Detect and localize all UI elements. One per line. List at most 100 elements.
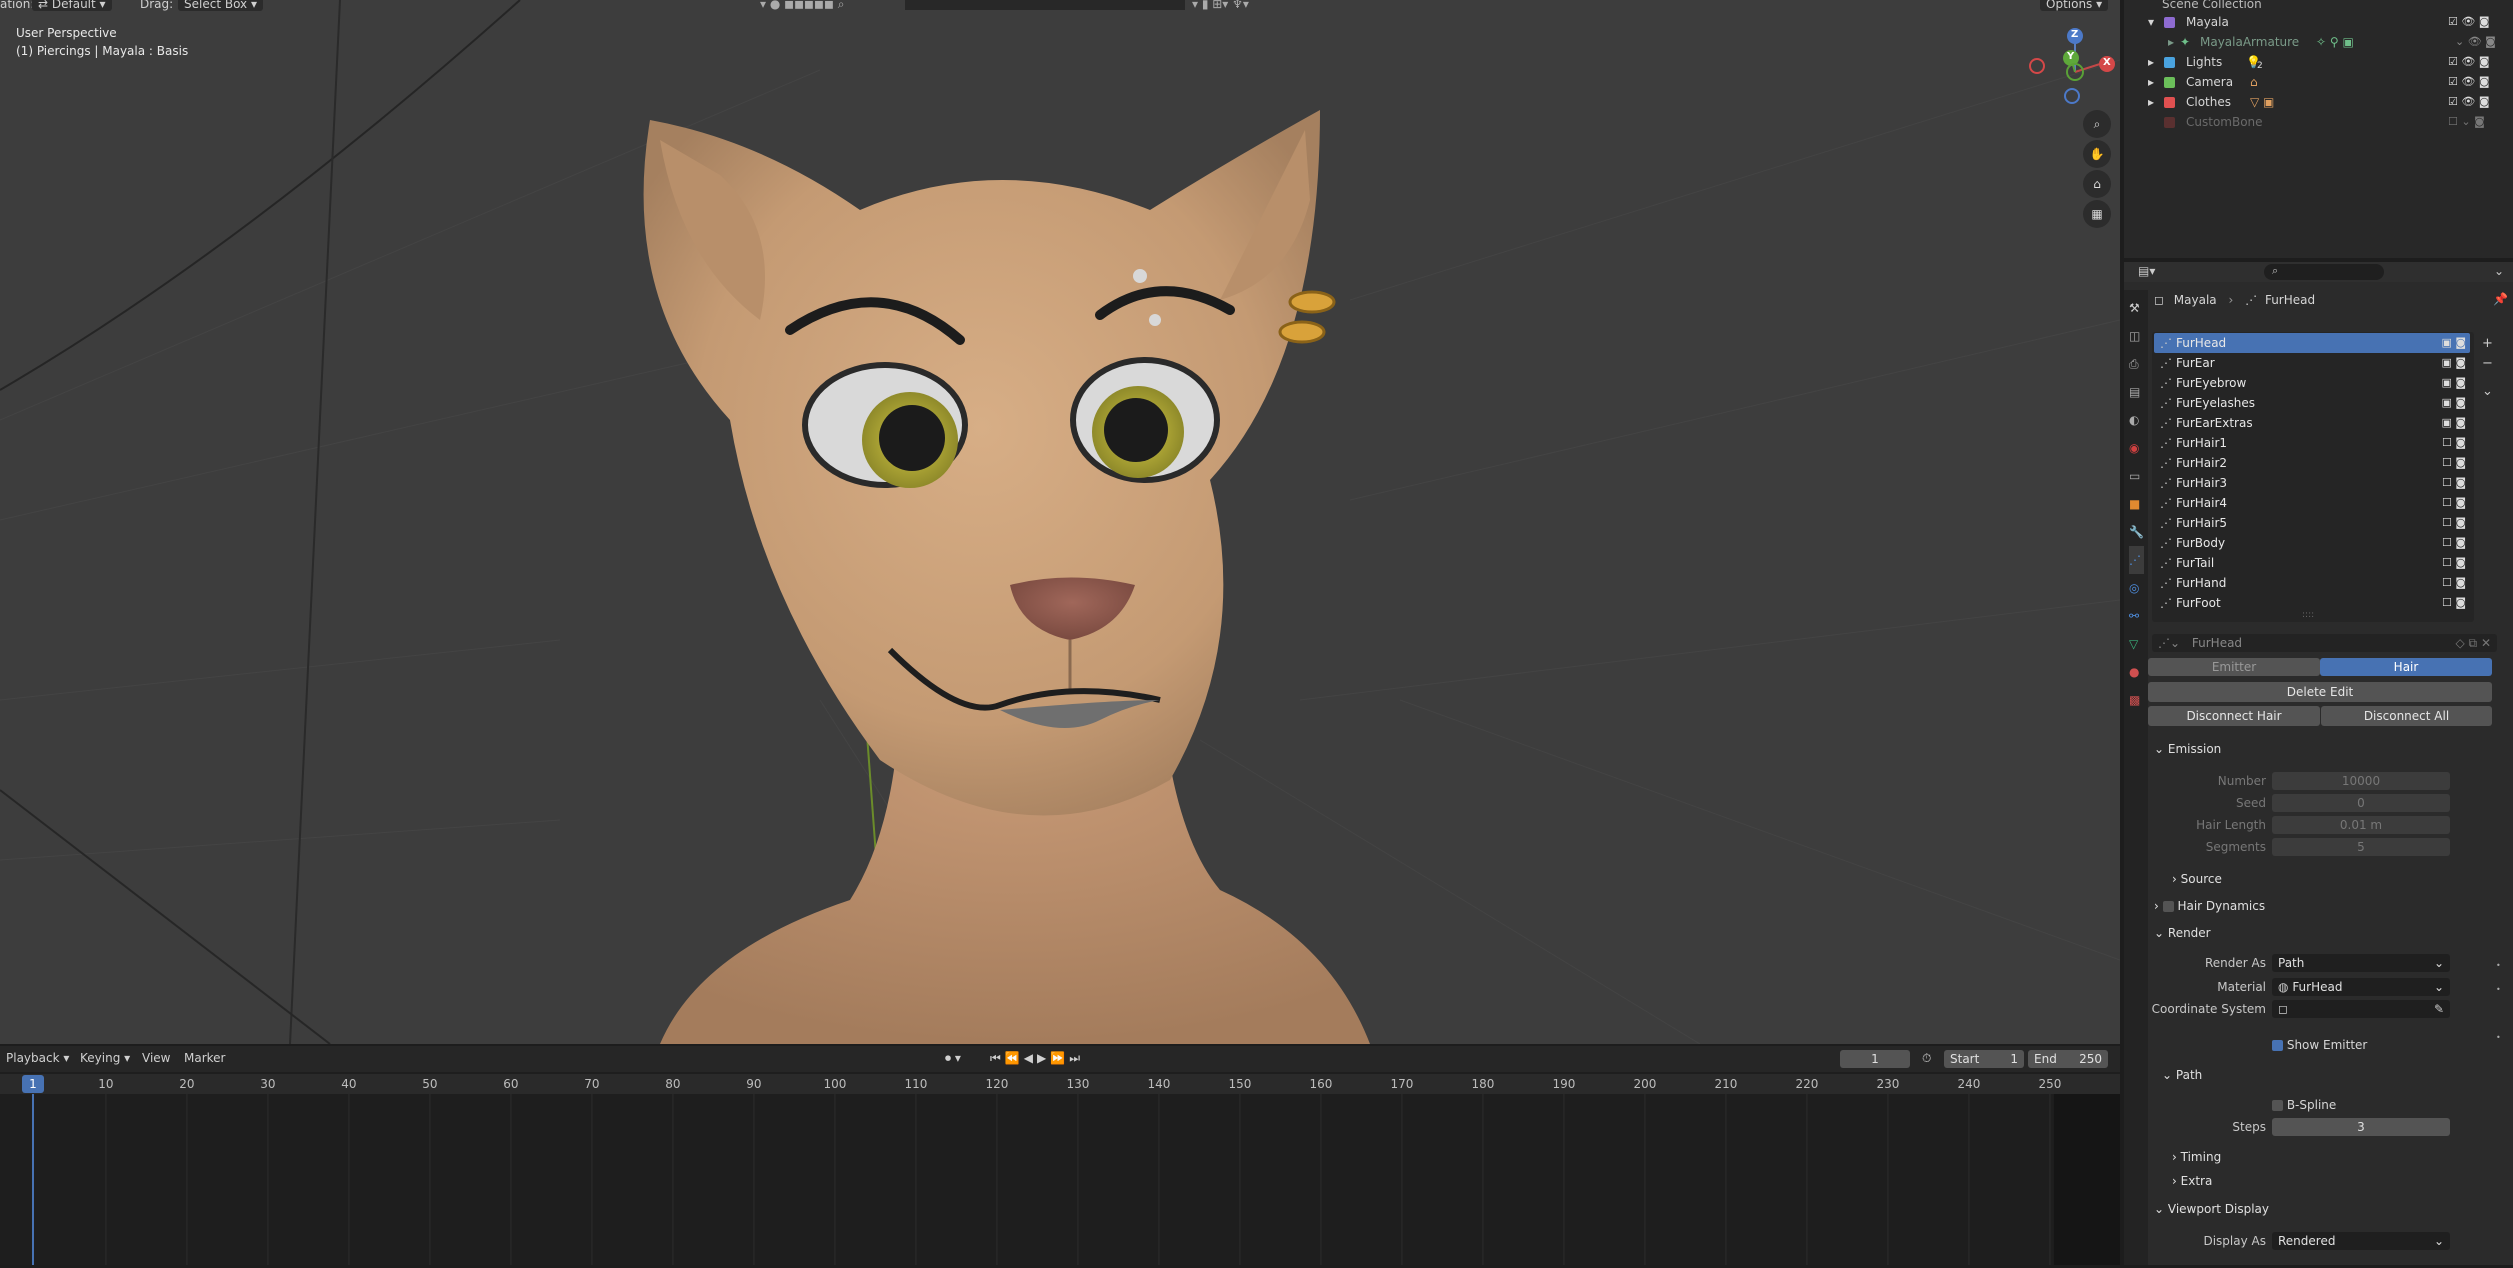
particle-system-item[interactable]: ⋰ FurEyebrow ▣ ◙ <box>2154 373 2470 393</box>
jump-start-icon[interactable]: ⏮ <box>990 1051 1005 1065</box>
auto-key-record-icon[interactable]: ⏺ ▾ <box>945 1051 961 1066</box>
constraints-tab-icon[interactable]: ⚯ <box>2129 602 2144 630</box>
jump-end-icon[interactable]: ⏭ <box>1069 1051 1084 1065</box>
hair-length-field[interactable]: 0.01 m <box>2272 816 2450 834</box>
perspective-grid-icon[interactable]: ▦ <box>2083 200 2111 228</box>
particle-system-item[interactable]: ⋰ FurHair3 ☐ ◙ <box>2154 473 2470 493</box>
disconnect-all-button[interactable]: Disconnect All <box>2321 706 2492 726</box>
path-subpanel-header[interactable]: ⌄ Path <box>2162 1068 2202 1082</box>
keying-menu[interactable]: Keying ▾ <box>80 1051 130 1065</box>
expand-icon[interactable]: ▸ <box>2168 32 2174 52</box>
marker-menu[interactable]: Marker <box>184 1051 225 1065</box>
timing-subpanel-header[interactable]: › Timing <box>2172 1150 2221 1164</box>
render-toggle-icons[interactable]: ☐ ◙ <box>2442 493 2466 513</box>
segments-field[interactable]: 5 <box>2272 838 2450 856</box>
render-toggle-icons[interactable]: ▣ ◙ <box>2441 413 2466 433</box>
render-toggle-icons[interactable]: ☐ ◙ <box>2442 433 2466 453</box>
particle-system-item[interactable]: ⋰ FurHair1 ☐ ◙ <box>2154 433 2470 453</box>
playback-menu[interactable]: Playback ▾ <box>6 1051 69 1065</box>
material-select[interactable]: ◍ FurHead ⌄ <box>2272 978 2450 996</box>
specials-chevron-icon[interactable]: ⌄ <box>2482 382 2493 402</box>
particle-system-item[interactable]: ⋰ FurHair2 ☐ ◙ <box>2154 453 2470 473</box>
pan-hand-icon[interactable]: ✋ <box>2083 140 2111 168</box>
particle-system-item[interactable]: ⋰ FurHair4 ☐ ◙ <box>2154 493 2470 513</box>
modifier-tab-icon[interactable]: 🔧 <box>2129 518 2144 546</box>
render-toggle-icons[interactable]: ▣ ◙ <box>2441 373 2466 393</box>
disconnect-hair-button[interactable]: Disconnect Hair <box>2148 706 2320 726</box>
eyedropper-icon[interactable]: ✎ <box>2434 1000 2444 1018</box>
settings-datablock[interactable]: ⋰⌄ FurHead ◇ ⧉ ✕ <box>2152 634 2497 652</box>
keyframe-decorators[interactable]: • • • <box>2496 954 2501 1050</box>
render-toggle-icons[interactable]: ☐ ◙ <box>2442 573 2466 593</box>
view-toggle-icons[interactable]: ▾ ● ◼◼◼◼◼ ⌕ <box>760 0 844 12</box>
tab-emitter[interactable]: Emitter <box>2148 658 2320 676</box>
particle-system-list[interactable]: ⋰ FurHead ▣ ◙ ⋰ FurEar ▣ ◙ ⋰ FurEyebrow ▣ ◙ ⋰ FurE… <box>2152 332 2474 622</box>
timeline-keyframe-area[interactable] <box>0 1094 2120 1265</box>
material-tab-icon[interactable]: ● <box>2129 658 2144 686</box>
add-system-button[interactable]: + <box>2482 334 2493 354</box>
number-field[interactable]: 10000 <box>2272 772 2450 790</box>
expand-icon[interactable]: ▾ <box>2148 12 2154 32</box>
fake-user-icons[interactable]: ◇ ⧉ ✕ <box>2456 634 2491 652</box>
outliner-panel[interactable]: Scene Collection ▾ Mayala ▸ ✦ MayalaArma… <box>2124 0 2513 258</box>
render-as-select[interactable]: Path ⌄ <box>2272 954 2450 972</box>
remove-system-button[interactable]: − <box>2482 354 2493 374</box>
list-resize-handle[interactable]: :::: <box>2302 610 2314 620</box>
display-as-select[interactable]: Rendered ⌄ <box>2272 1232 2450 1250</box>
orientation-dropdown[interactable]: ⇄ Default ▾ <box>32 0 112 11</box>
drag-dropdown[interactable]: Select Box ▾ <box>178 0 263 11</box>
object-tab-icon[interactable]: ■ <box>2129 490 2144 518</box>
frame-ruler[interactable]: 10 20 30 40 50 60 70 80 90 100 110 120 130 140 150 160 1… <box>0 1074 2120 1094</box>
viewport-search-field[interactable] <box>905 0 1185 10</box>
particle-system-item[interactable]: ⋰ FurHand ☐ ◙ <box>2154 573 2470 593</box>
next-key-icon[interactable]: ⏩ <box>1050 1051 1069 1065</box>
bspline-checkbox[interactable] <box>2272 1100 2283 1111</box>
particle-system-item[interactable]: ⋰ FurEyelashes ▣ ◙ <box>2154 393 2470 413</box>
tool-tab-icon[interactable]: ⚒ <box>2129 294 2144 322</box>
viewport-display-panel-header[interactable]: ⌄ Viewport Display <box>2154 1202 2269 1216</box>
options-dropdown[interactable]: Options ▾ <box>2040 0 2109 11</box>
render-toggle-icons[interactable]: ☐ ◙ <box>2442 553 2466 573</box>
camera-view-icon[interactable]: ⌂ <box>2083 170 2111 198</box>
end-frame-field[interactable]: End 250 <box>2028 1050 2108 1068</box>
render-toggle-icons[interactable]: ☐ ◙ <box>2442 533 2466 553</box>
tab-hair[interactable]: Hair <box>2320 658 2492 676</box>
pin-icon[interactable]: 📌 <box>2493 292 2508 306</box>
physics-tab-icon[interactable]: ◎ <box>2129 574 2144 602</box>
particle-system-item[interactable]: ⋰ FurBody ☐ ◙ <box>2154 533 2470 553</box>
playback-controls[interactable]: ⏮⏪◀▶⏩⏭ <box>990 1051 1084 1066</box>
delete-edit-button[interactable]: Delete Edit <box>2148 682 2492 702</box>
render-toggle-icons[interactable]: ▣ ◙ <box>2441 333 2466 353</box>
overlay-toggle-icons[interactable]: ▾ ▮ ⊞▾ ♆▾ <box>1192 0 1249 11</box>
hair-dynamics-panel-header[interactable]: › Hair Dynamics <box>2154 899 2265 913</box>
zoom-icon[interactable]: ⌕ <box>2083 110 2111 138</box>
expand-icon[interactable]: ▸ <box>2148 52 2154 72</box>
texture-tab-icon[interactable]: ▩ <box>2129 686 2144 714</box>
bspline-row[interactable]: B-Spline <box>2272 1098 2336 1112</box>
particle-system-item[interactable]: ⋰ FurHead ▣ ◙ <box>2154 333 2470 353</box>
current-frame-field[interactable]: 1 <box>1840 1050 1910 1068</box>
emission-panel-header[interactable]: ⌄ Emission <box>2154 742 2221 756</box>
3d-viewport[interactable]: ation: ⇄ Default ▾ Drag: Select Box ▾ ▾ … <box>0 0 2120 1044</box>
particle-system-item[interactable]: ⋰ FurEar ▣ ◙ <box>2154 353 2470 373</box>
render-toggle-icons[interactable]: ☐ ◙ <box>2442 593 2466 613</box>
particles-tab-icon[interactable]: ⋰ <box>2129 546 2144 574</box>
particle-system-item[interactable]: ⋰ FurTail ☐ ◙ <box>2154 553 2470 573</box>
scene-tab-icon[interactable]: ◐ <box>2129 406 2144 434</box>
particle-system-item[interactable]: ⋰ FurHair5 ☐ ◙ <box>2154 513 2470 533</box>
view-menu[interactable]: View <box>142 1051 170 1065</box>
prev-key-icon[interactable]: ⏪ <box>1005 1051 1024 1065</box>
play-reverse-icon[interactable]: ◀ <box>1024 1051 1037 1065</box>
timeline-editor[interactable]: Playback ▾ Keying ▾ View Marker ⏺ ▾ ⏮⏪◀▶… <box>0 1046 2120 1265</box>
coordinate-system-field[interactable]: ◻ ✎ <box>2272 1000 2450 1018</box>
expand-icon[interactable]: ▸ <box>2148 72 2154 92</box>
steps-field[interactable]: 3 <box>2272 1118 2450 1136</box>
render-toggle-icons[interactable]: ☐ ◙ <box>2442 513 2466 533</box>
data-tab-icon[interactable]: ▽ <box>2129 630 2144 658</box>
navigation-gizmo[interactable]: Z X Y <box>2025 22 2115 112</box>
view-layer-tab-icon[interactable]: ▤ <box>2129 378 2144 406</box>
extra-subpanel-header[interactable]: › Extra <box>2172 1174 2212 1188</box>
show-emitter-row[interactable]: Show Emitter <box>2272 1038 2367 1052</box>
start-frame-field[interactable]: Start 1 <box>1944 1050 2024 1068</box>
hair-dynamics-checkbox[interactable] <box>2162 901 2174 912</box>
